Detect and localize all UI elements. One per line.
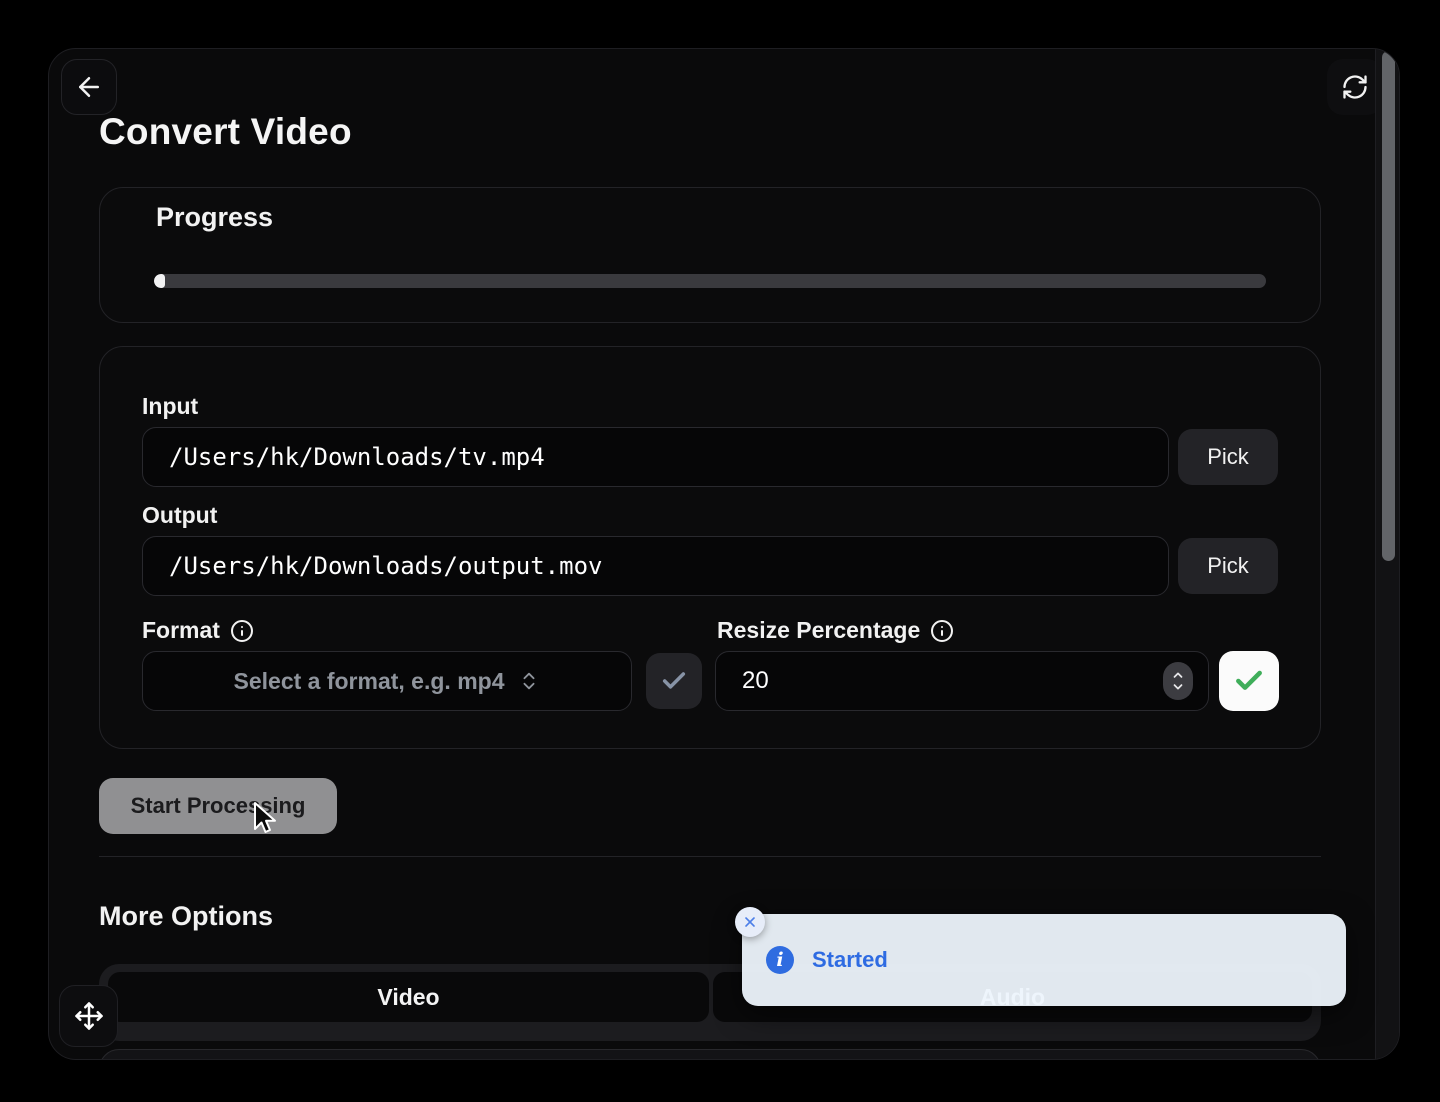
progress-heading: Progress xyxy=(156,202,273,233)
check-icon xyxy=(1233,665,1265,697)
section-divider xyxy=(99,856,1321,857)
arrow-left-icon xyxy=(74,72,104,102)
check-icon xyxy=(660,667,688,695)
resize-percentage-input[interactable] xyxy=(715,651,1209,711)
input-label: Input xyxy=(142,393,198,420)
format-label-row: Format xyxy=(142,617,254,644)
resize-percentage-wrap xyxy=(715,651,1209,711)
app-window: Convert Video Progress Input Pick Output… xyxy=(48,48,1400,1060)
toast-message: Started xyxy=(812,947,888,973)
option-video[interactable]: Video xyxy=(108,972,709,1022)
refresh-icon xyxy=(1341,73,1369,101)
info-icon xyxy=(930,619,954,643)
progress-card: Progress xyxy=(99,187,1321,323)
conversion-settings-card: Input Pick Output Pick Format Select a f… xyxy=(99,346,1321,749)
info-filled-icon: i xyxy=(766,946,794,974)
drag-handle[interactable] xyxy=(59,985,118,1047)
toast-close-button[interactable] xyxy=(735,907,765,937)
format-select[interactable]: Select a format, e.g. mp4 xyxy=(142,651,632,711)
input-path-field[interactable] xyxy=(142,427,1169,487)
progress-indicator xyxy=(154,274,165,288)
format-select-placeholder: Select a format, e.g. mp4 xyxy=(234,668,505,695)
progress-bar xyxy=(154,274,1266,288)
close-icon xyxy=(742,914,758,930)
back-button[interactable] xyxy=(61,59,117,115)
move-icon xyxy=(74,1001,104,1031)
chevrons-up-down-icon xyxy=(518,670,540,692)
format-label: Format xyxy=(142,617,220,644)
page-title: Convert Video xyxy=(99,111,352,153)
more-options-heading: More Options xyxy=(99,901,273,932)
toast-notification: i Started xyxy=(742,914,1346,1006)
input-pick-button[interactable]: Pick xyxy=(1178,429,1278,485)
scrollbar-thumb[interactable] xyxy=(1382,51,1395,561)
format-confirm-button[interactable] xyxy=(646,653,702,709)
output-path-field[interactable] xyxy=(142,536,1169,596)
output-pick-button[interactable]: Pick xyxy=(1178,538,1278,594)
resize-label-row: Resize Percentage xyxy=(717,617,954,644)
output-label: Output xyxy=(142,502,217,529)
quantity-stepper[interactable] xyxy=(1163,662,1193,700)
resize-percentage-label: Resize Percentage xyxy=(717,617,920,644)
resize-confirm-button[interactable] xyxy=(1219,651,1279,711)
next-section-card xyxy=(99,1049,1321,1060)
start-processing-button[interactable]: Start Processing xyxy=(99,778,337,834)
info-icon xyxy=(230,619,254,643)
